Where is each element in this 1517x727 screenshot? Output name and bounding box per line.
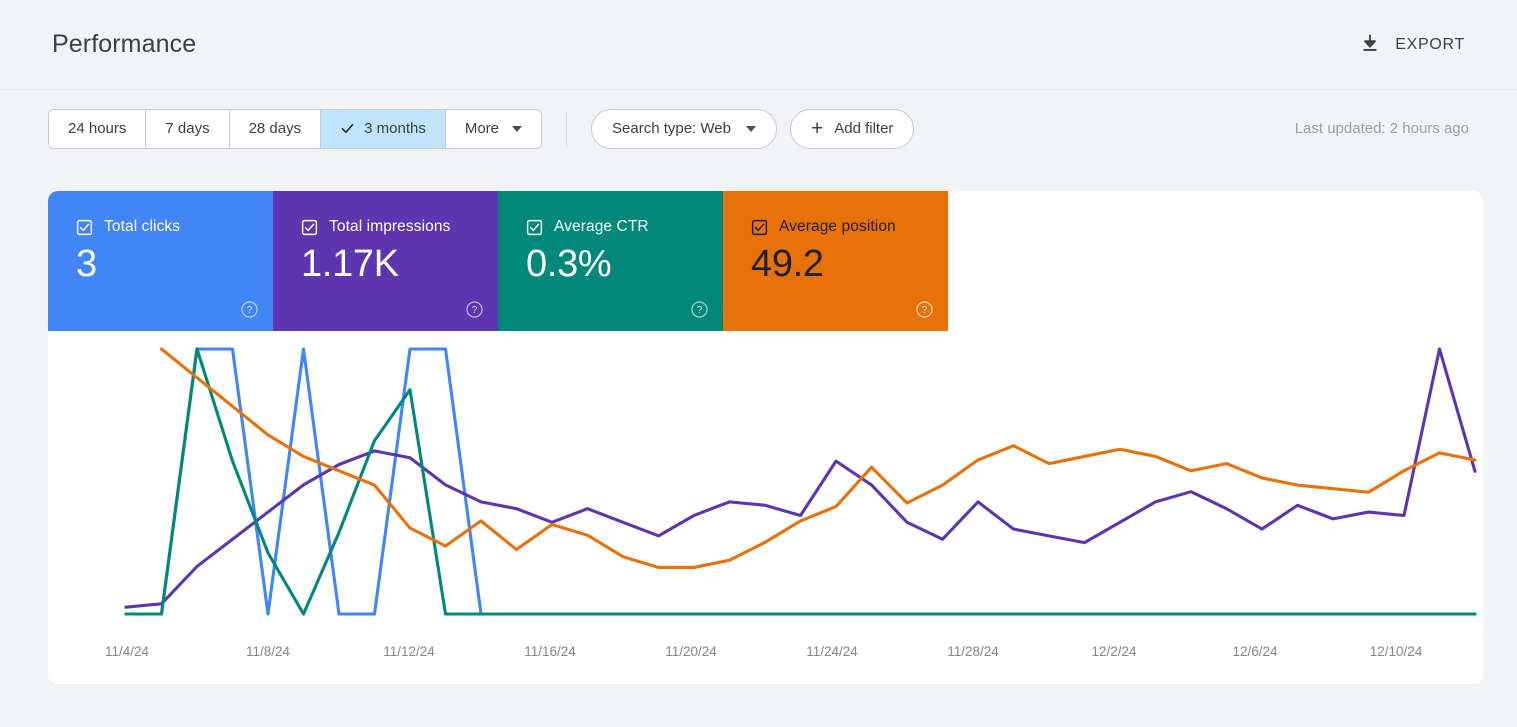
chevron-down-icon	[745, 125, 756, 132]
export-button[interactable]: EXPORT	[1355, 26, 1469, 63]
metric-label: Total clicks	[104, 218, 181, 235]
date-range-selector[interactable]: 24 hours 7 days 28 days 3 months More	[48, 108, 543, 149]
svg-text:?: ?	[247, 305, 253, 316]
x-axis-tick-label: 11/28/24	[947, 644, 999, 659]
metric-card-total-clicks[interactable]: Total clicks 3 ?	[48, 191, 273, 331]
help-icon[interactable]: ?	[240, 300, 259, 319]
date-range-3-months-label: 3 months	[364, 120, 426, 137]
metric-label: Average position	[779, 218, 896, 235]
date-range-24-hours[interactable]: 24 hours	[49, 109, 147, 148]
chart-plot-area[interactable]: 11/4/24 11/8/24 11/12/24 11/16/24 11/20/24 11…	[48, 331, 1483, 684]
filter-bar: 24 hours 7 days 28 days 3 months More Se…	[0, 90, 1517, 167]
x-axis-tick-label: 12/2/24	[1091, 644, 1137, 659]
chart-series-line	[126, 349, 1475, 607]
add-filter-button[interactable]: + Add filter	[789, 108, 915, 149]
page-title: Performance	[52, 30, 197, 58]
filter-divider	[566, 110, 568, 147]
x-axis-tick-label: 11/12/24	[383, 644, 435, 659]
date-range-7-days-label: 7 days	[165, 120, 210, 137]
metric-card-average-position[interactable]: Average position 49.2 ?	[723, 191, 948, 331]
help-icon[interactable]: ?	[690, 300, 709, 319]
metric-cards: Total clicks 3 ? Total impressions 1.17K…	[48, 191, 1483, 331]
date-range-3-months[interactable]: 3 months	[321, 109, 446, 148]
last-updated-text: Last updated: 2 hours ago	[1294, 120, 1469, 137]
chevron-down-icon	[512, 125, 523, 132]
date-range-28-days-label: 28 days	[248, 120, 302, 137]
checkbox-icon[interactable]	[751, 219, 768, 236]
x-axis-tick-label: 11/16/24	[524, 644, 576, 659]
metric-label: Total impressions	[329, 218, 451, 235]
chart-x-axis: 11/4/24 11/8/24 11/12/24 11/16/24 11/20/24 11…	[48, 644, 1483, 662]
x-axis-tick-label: 11/4/24	[104, 644, 150, 659]
metric-card-average-ctr[interactable]: Average CTR 0.3% ?	[498, 191, 723, 331]
checkbox-icon[interactable]	[76, 219, 93, 236]
metric-value: 3	[76, 243, 97, 285]
checkmark-icon	[340, 121, 355, 136]
metric-value: 1.17K	[301, 243, 399, 285]
download-icon	[1359, 32, 1381, 57]
search-type-filter[interactable]: Search type: Web	[591, 108, 777, 149]
date-range-7-days[interactable]: 7 days	[146, 109, 230, 148]
metric-value: 0.3%	[526, 243, 612, 285]
x-axis-tick-label: 12/6/24	[1232, 644, 1278, 659]
add-filter-label: Add filter	[834, 120, 894, 137]
date-range-28-days[interactable]: 28 days	[229, 109, 322, 148]
metric-label: Average CTR	[554, 218, 649, 235]
svg-text:?: ?	[472, 305, 478, 316]
checkbox-icon[interactable]	[301, 219, 318, 236]
svg-text:?: ?	[922, 305, 928, 316]
x-axis-tick-label: 12/10/24	[1369, 644, 1423, 659]
x-axis-tick-label: 11/8/24	[245, 644, 291, 659]
date-range-more[interactable]: More	[445, 109, 542, 148]
svg-text:?: ?	[697, 305, 703, 316]
performance-chart-card: Total clicks 3 ? Total impressions 1.17K…	[48, 191, 1483, 684]
export-label: EXPORT	[1395, 35, 1465, 53]
x-axis-tick-label: 11/24/24	[806, 644, 858, 659]
page-header: Performance EXPORT	[0, 0, 1517, 90]
x-axis-tick-label: 11/20/24	[665, 644, 717, 659]
metric-value: 49.2	[751, 243, 824, 285]
performance-line-chart	[48, 331, 1483, 684]
plus-icon: +	[810, 117, 824, 140]
date-range-24-hours-label: 24 hours	[68, 120, 127, 137]
help-icon[interactable]: ?	[915, 300, 934, 319]
metric-card-total-impressions[interactable]: Total impressions 1.17K ?	[273, 191, 498, 331]
help-icon[interactable]: ?	[465, 300, 484, 319]
checkbox-icon[interactable]	[526, 219, 543, 236]
search-type-label: Search type: Web	[612, 120, 731, 137]
date-range-more-label: More	[464, 120, 500, 137]
